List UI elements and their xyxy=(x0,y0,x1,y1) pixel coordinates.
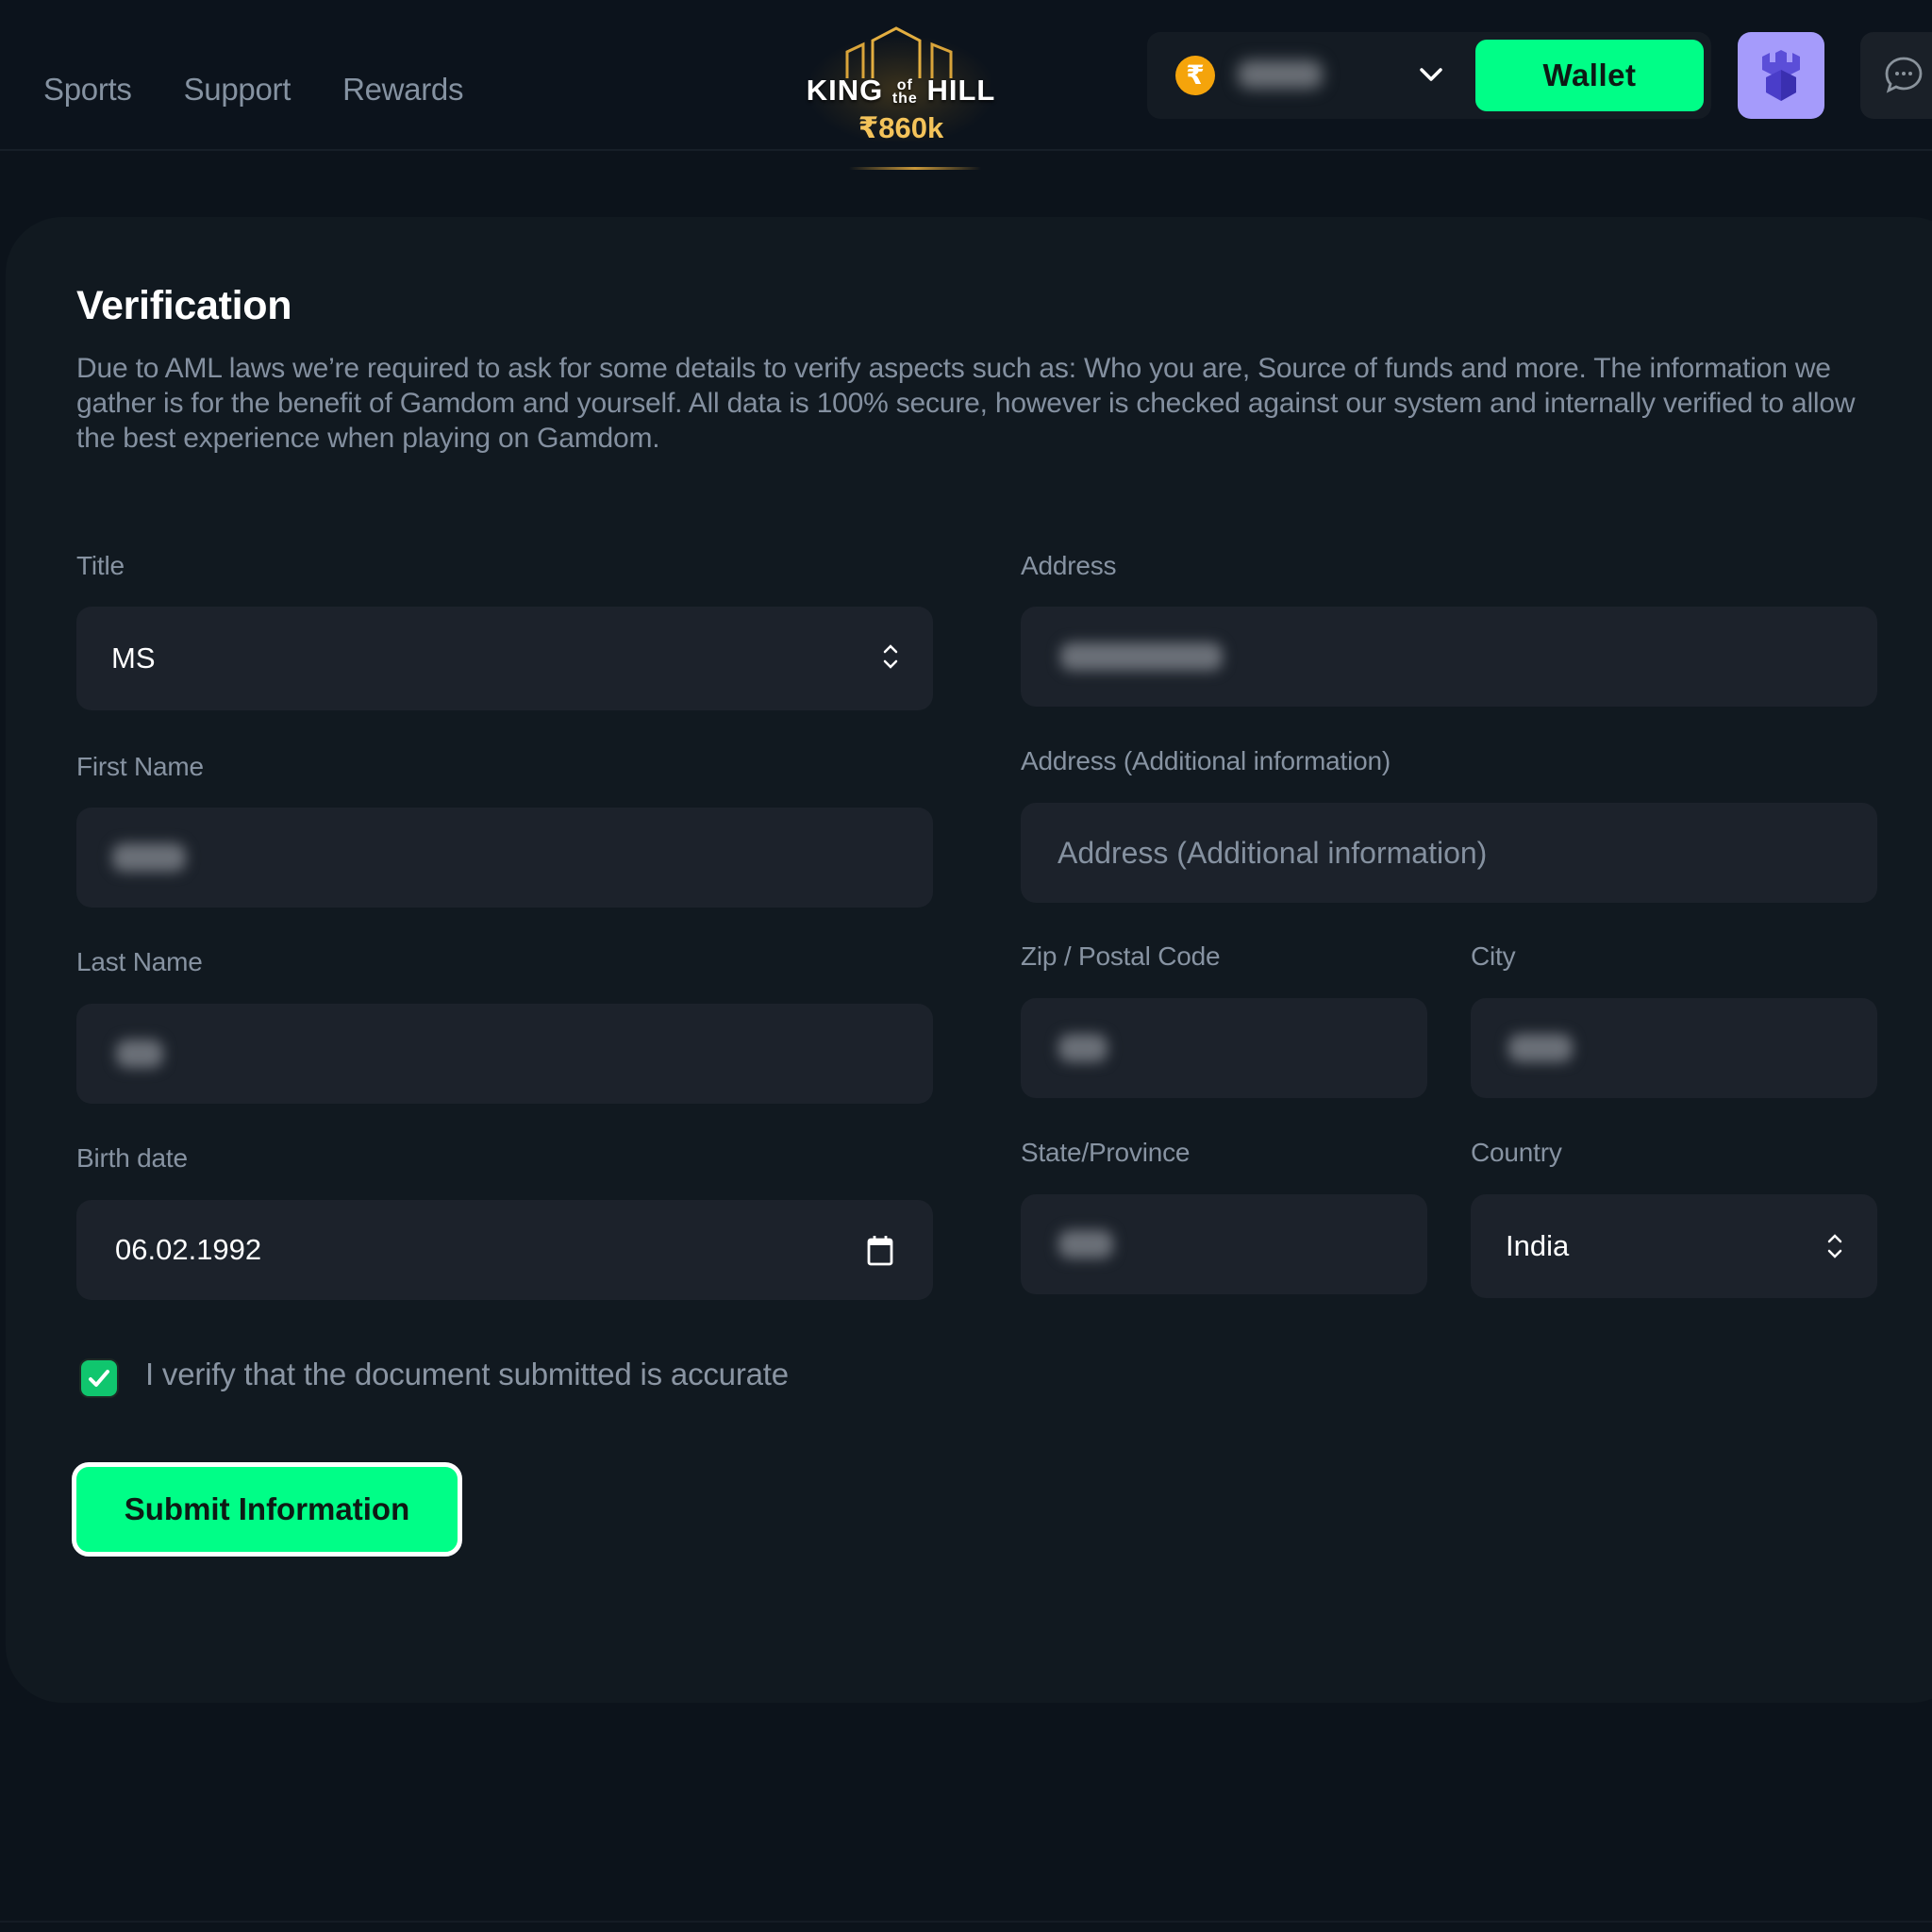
state-value-obscured xyxy=(1058,1230,1113,1258)
main-nav: Sports Support Rewards xyxy=(43,72,463,108)
castle-shield-icon xyxy=(1762,50,1800,101)
footer-divider xyxy=(0,1921,1932,1923)
nav-sports[interactable]: Sports xyxy=(43,72,132,108)
promo-underline xyxy=(849,167,981,170)
address-input[interactable] xyxy=(1021,607,1877,707)
submit-information-button[interactable]: Submit Information xyxy=(72,1462,462,1557)
top-header: Sports Support Rewards KING of the HILL ₹… xyxy=(0,0,1932,170)
nav-rewards[interactable]: Rewards xyxy=(342,72,463,108)
title-select-value: MS xyxy=(111,641,156,675)
castle-outline-icon xyxy=(845,26,953,78)
promo-amount: ₹860k xyxy=(858,111,944,144)
city-label: City xyxy=(1471,941,1516,971)
last-name-value-obscured xyxy=(116,1040,163,1068)
country-label: Country xyxy=(1471,1138,1562,1167)
nav-support[interactable]: Support xyxy=(184,72,291,108)
birth-date-value: 06.02.1992 xyxy=(115,1233,262,1266)
title-label: Title xyxy=(76,551,125,580)
first-name-input[interactable] xyxy=(76,808,933,908)
chat-bubble-icon xyxy=(1885,57,1923,93)
promo-title: KING of the HILL xyxy=(792,74,1009,108)
rupee-coin-icon: ₹ xyxy=(1175,56,1215,95)
address-additional-placeholder: Address (Additional information) xyxy=(1058,835,1488,870)
promo-title-king: KING xyxy=(806,74,884,107)
promo-title-hill: HILL xyxy=(926,74,996,107)
address-additional-input[interactable]: Address (Additional information) xyxy=(1021,803,1877,903)
balance-value-obscured xyxy=(1238,60,1323,89)
address-value-obscured xyxy=(1060,642,1223,671)
first-name-value-obscured xyxy=(112,843,186,872)
last-name-label: Last Name xyxy=(76,947,203,976)
calendar-icon[interactable] xyxy=(867,1234,893,1266)
zip-label: Zip / Postal Code xyxy=(1021,941,1221,971)
page-title: Verification xyxy=(76,283,292,328)
city-value-obscured xyxy=(1508,1034,1573,1062)
chat-button[interactable] xyxy=(1860,32,1932,119)
intro-text: Due to AML laws we’re required to ask fo… xyxy=(76,353,1856,454)
address-label: Address xyxy=(1021,551,1117,580)
zip-value-obscured xyxy=(1058,1034,1108,1062)
city-input[interactable] xyxy=(1471,998,1877,1098)
avatar-button[interactable] xyxy=(1738,32,1824,119)
verify-checkbox-label[interactable]: I verify that the document submitted is … xyxy=(145,1357,789,1392)
wallet-button[interactable]: Wallet xyxy=(1475,40,1704,111)
verify-checkbox[interactable] xyxy=(79,1358,119,1398)
king-of-the-hill-promo[interactable]: KING of the HILL ₹860k xyxy=(792,19,1009,170)
last-name-input[interactable] xyxy=(76,1004,933,1104)
zip-input[interactable] xyxy=(1021,998,1427,1098)
checkmark-icon xyxy=(89,1370,109,1387)
first-name-label: First Name xyxy=(76,752,204,781)
promo-title-of-the: of the xyxy=(891,76,918,107)
balance-selector[interactable]: ₹ Wallet xyxy=(1147,32,1711,119)
title-select[interactable]: MS xyxy=(76,607,933,710)
state-input[interactable] xyxy=(1021,1194,1427,1294)
country-select[interactable]: India xyxy=(1471,1194,1877,1298)
birth-date-label: Birth date xyxy=(76,1143,188,1173)
country-select-value: India xyxy=(1506,1229,1570,1262)
chevron-down-icon[interactable] xyxy=(1417,60,1445,89)
state-label: State/Province xyxy=(1021,1138,1191,1167)
birth-date-input[interactable]: 06.02.1992 xyxy=(76,1200,933,1300)
select-arrows-icon xyxy=(1827,1234,1842,1258)
select-arrows-icon xyxy=(883,644,898,669)
address-additional-label: Address (Additional information) xyxy=(1021,746,1391,775)
